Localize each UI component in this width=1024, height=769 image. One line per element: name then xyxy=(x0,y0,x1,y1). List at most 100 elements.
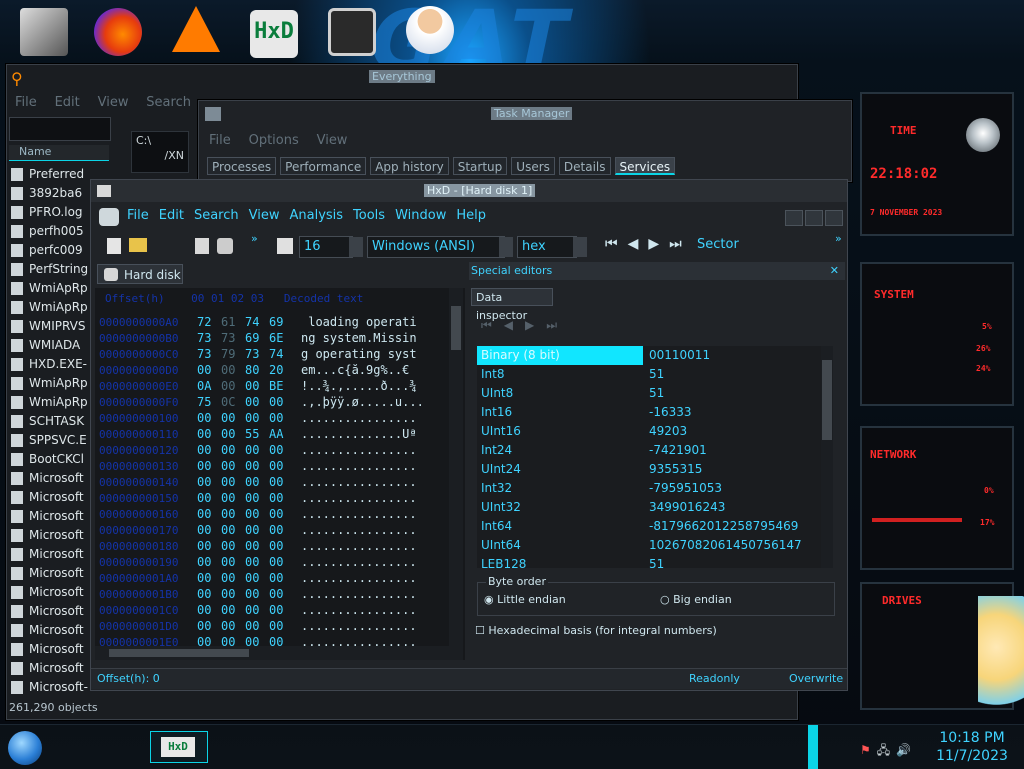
inspector-row[interactable]: Int32 -795951053 xyxy=(477,479,823,498)
hex-byte[interactable]: 00 xyxy=(269,458,293,474)
hxd-menu-window[interactable]: Window xyxy=(395,208,446,230)
inspector-scrollbar[interactable] xyxy=(821,346,833,568)
hex-byte[interactable]: 00 xyxy=(245,394,269,410)
inspector-row[interactable]: Int64 -8179662012258795469 xyxy=(477,517,823,536)
restore-button[interactable] xyxy=(805,210,823,226)
decoded-text[interactable]: loading operati xyxy=(301,314,416,330)
tab-processes[interactable]: Processes xyxy=(207,157,277,175)
inspector-value[interactable]: 51 xyxy=(649,384,664,403)
decoded-text[interactable]: ................ xyxy=(301,602,417,618)
hex-byte[interactable]: 00 xyxy=(245,586,269,602)
hex-byte[interactable]: 00 xyxy=(245,410,269,426)
hex-byte[interactable]: 00 xyxy=(221,490,245,506)
hex-row[interactable]: 000000000100 00 00 00 00................ xyxy=(99,410,449,426)
decoded-text[interactable]: ................ xyxy=(301,618,417,634)
inspector-value[interactable]: -16333 xyxy=(649,403,692,422)
hex-byte[interactable]: 00 xyxy=(245,378,269,394)
hex-byte[interactable]: 00 xyxy=(221,538,245,554)
column-header-name[interactable]: Name xyxy=(9,145,109,161)
tm-menu-view[interactable]: View xyxy=(317,133,348,148)
hex-byte[interactable]: 00 xyxy=(269,506,293,522)
hex-byte[interactable]: 72 xyxy=(197,314,221,330)
hex-byte[interactable]: AA xyxy=(269,426,293,442)
hex-byte[interactable]: 0A xyxy=(197,378,221,394)
minimize-button[interactable] xyxy=(785,210,803,226)
chevron-down-icon[interactable] xyxy=(349,237,363,257)
chevron-down-icon[interactable] xyxy=(573,237,587,257)
hex-byte[interactable]: 00 xyxy=(269,618,293,634)
hex-byte[interactable]: 6E xyxy=(269,330,293,346)
inspector-value[interactable]: 3499016243 xyxy=(649,498,725,517)
hex-byte[interactable]: 00 xyxy=(245,506,269,522)
hex-byte[interactable]: 00 xyxy=(197,554,221,570)
start-button[interactable] xyxy=(8,731,42,765)
hex-byte[interactable]: 00 xyxy=(245,554,269,570)
close-button[interactable] xyxy=(825,210,843,226)
hex-byte[interactable]: 00 xyxy=(197,586,221,602)
decoded-text[interactable]: ................ xyxy=(301,554,417,570)
volume-icon[interactable]: 🔊 xyxy=(896,743,917,757)
hex-row[interactable]: 0000000000B0 73 73 69 6E ng system.Missin xyxy=(99,330,449,346)
search-input[interactable] xyxy=(9,117,111,141)
decoded-text[interactable]: ................ xyxy=(301,410,417,426)
hex-byte[interactable]: 00 xyxy=(221,410,245,426)
hex-row[interactable]: 0000000000C0 73 79 73 74 g operating syst xyxy=(99,346,449,362)
little-endian-radio[interactable]: ◉ Little endian xyxy=(484,593,566,606)
inspector-value[interactable]: 10267082061450756147 xyxy=(649,536,802,555)
hex-byte[interactable]: 79 xyxy=(221,346,245,362)
hex-byte[interactable]: 00 xyxy=(197,426,221,442)
menu-view[interactable]: View xyxy=(98,95,129,110)
hex-row[interactable]: 000000000140 00 00 00 00................ xyxy=(99,474,449,490)
hex-byte[interactable]: 00 xyxy=(221,506,245,522)
hex-byte[interactable]: 73 xyxy=(221,330,245,346)
inspector-value[interactable]: 51 xyxy=(649,555,664,568)
hex-row[interactable]: 0000000000E0 0A 00 00 BE !..¾.,.....ð...¾ xyxy=(99,378,449,394)
hex-row[interactable]: 0000000000A0 72 61 74 69 loading operati xyxy=(99,314,449,330)
decoded-text[interactable]: ................ xyxy=(301,522,417,538)
hxd-menu-tools[interactable]: Tools xyxy=(353,208,385,230)
menu-edit[interactable]: Edit xyxy=(55,95,80,110)
hex-byte[interactable]: 00 xyxy=(197,410,221,426)
hex-byte[interactable]: 00 xyxy=(269,522,293,538)
hex-byte[interactable]: 00 xyxy=(221,474,245,490)
vertical-scrollbar[interactable] xyxy=(449,288,463,660)
hex-byte[interactable]: 00 xyxy=(197,506,221,522)
inspector-row[interactable]: UInt16 49203 xyxy=(477,422,823,441)
inspector-row[interactable]: Int24 -7421901 xyxy=(477,441,823,460)
hex-row[interactable]: 0000000001A0 00 00 00 00................ xyxy=(99,570,449,586)
new-file-icon[interactable] xyxy=(107,238,121,254)
inspector-value[interactable]: -8179662012258795469 xyxy=(649,517,798,536)
flag-icon[interactable]: ⚑ xyxy=(860,743,877,757)
ram-icon[interactable] xyxy=(217,238,233,254)
tm-menu-options[interactable]: Options xyxy=(249,133,299,148)
tab-startup[interactable]: Startup xyxy=(452,157,508,175)
charset-select[interactable]: Windows (ANSI) xyxy=(367,236,505,258)
hex-byte[interactable]: BE xyxy=(269,378,293,394)
hex-byte[interactable]: 55 xyxy=(245,426,269,442)
inspector-value[interactable]: 51 xyxy=(649,365,664,384)
tab-users[interactable]: Users xyxy=(511,157,555,175)
taskbar-clock[interactable]: 10:18 PM 11/7/2023 xyxy=(930,729,1014,765)
doctor-icon[interactable] xyxy=(406,6,454,54)
decoded-text[interactable]: ................ xyxy=(301,474,417,490)
inspector-value[interactable]: -7421901 xyxy=(649,441,707,460)
scrollbar-thumb[interactable] xyxy=(822,360,832,440)
hxd-menu-edit[interactable]: Edit xyxy=(159,208,184,230)
app-icon[interactable] xyxy=(328,8,376,56)
hex-byte[interactable]: 00 xyxy=(269,538,293,554)
hex-byte[interactable]: 00 xyxy=(221,586,245,602)
hxd-menu-view[interactable]: View xyxy=(249,208,280,230)
hex-byte[interactable]: 00 xyxy=(221,426,245,442)
hex-byte[interactable]: 80 xyxy=(245,362,269,378)
hex-byte[interactable]: 00 xyxy=(197,618,221,634)
hex-row[interactable]: 0000000001C0 00 00 00 00................ xyxy=(99,602,449,618)
hex-row[interactable]: 000000000170 00 00 00 00................ xyxy=(99,522,449,538)
tab-app-history[interactable]: App history xyxy=(370,157,449,175)
hex-byte[interactable]: 00 xyxy=(197,458,221,474)
hex-byte[interactable]: 74 xyxy=(245,314,269,330)
hex-byte[interactable]: 61 xyxy=(221,314,245,330)
hex-byte[interactable]: 74 xyxy=(269,346,293,362)
hex-byte[interactable]: 73 xyxy=(197,346,221,362)
hex-byte[interactable]: 00 xyxy=(245,458,269,474)
inspector-row[interactable]: UInt32 3499016243 xyxy=(477,498,823,517)
